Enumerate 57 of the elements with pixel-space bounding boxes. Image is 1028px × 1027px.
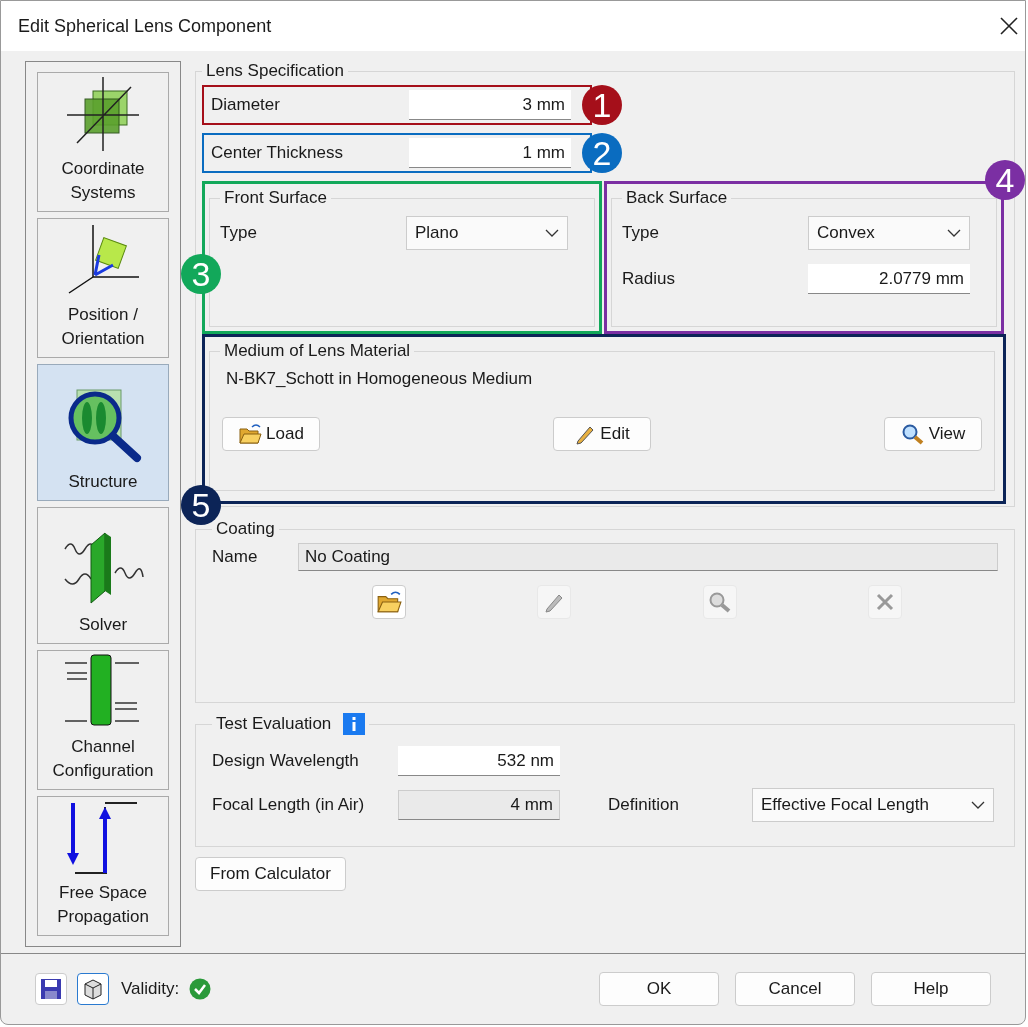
type-dropdown[interactable]: Convex [808, 216, 970, 250]
definition-dropdown[interactable]: Effective Focal Length [752, 788, 994, 822]
folder-icon [376, 590, 402, 614]
field-label: Radius [622, 269, 676, 289]
field-label: Type [220, 223, 258, 243]
dialog-button[interactable]: Help [871, 972, 991, 1007]
info-icon[interactable] [343, 713, 366, 735]
callout-number: 3 [181, 254, 221, 294]
from-calculator-button[interactable]: From Calculator [195, 857, 346, 891]
load-button[interactable]: Load [222, 417, 320, 451]
wavelength-field[interactable]: 532 nm [398, 746, 560, 776]
field-label: Definition [608, 795, 680, 815]
field-label: Design Wavelength [212, 751, 360, 771]
callout-number: 1 [582, 85, 622, 125]
sidebar-item[interactable]: Free Space Propagation [37, 796, 169, 936]
sidebar-item[interactable]: Channel Configuration [37, 650, 169, 790]
callout-number: 4 [985, 160, 1025, 200]
field-label: Diameter [211, 95, 281, 115]
view-button[interactable]: View [884, 417, 982, 451]
field-label: Name [212, 547, 259, 567]
3d-view-button[interactable] [77, 973, 109, 1006]
focal-length-field[interactable]: 4 mm [398, 790, 560, 820]
cube-icon [81, 977, 105, 1002]
group-title: Test Evaluation [216, 714, 332, 734]
coating-name-field[interactable]: No Coating [298, 543, 998, 571]
field-label: Focal Length (in Air) [212, 795, 366, 815]
dialog-button[interactable]: Cancel [735, 972, 855, 1007]
chevron-icon [545, 229, 559, 237]
group-title: Lens Specification [205, 61, 345, 81]
type-dropdown[interactable]: Plano [406, 216, 568, 250]
group-title: Back Surface [625, 188, 729, 208]
radius-field[interactable]: 2.0779 mm [808, 264, 970, 294]
sidebar-item[interactable]: Solver [37, 507, 169, 644]
cross-icon [875, 592, 895, 612]
validity-label: Validity: [121, 979, 180, 1000]
group-title: Front Surface [223, 188, 328, 208]
thickness-field[interactable]: 1 mm [409, 138, 571, 168]
folder-icon [238, 423, 263, 445]
chevron-icon [947, 229, 961, 237]
save-button[interactable] [35, 973, 67, 1006]
edit-button[interactable]: Edit [553, 417, 651, 451]
sidebar-item[interactable]: Structure [37, 364, 169, 501]
close-icon[interactable] [999, 16, 1019, 36]
callout-number: 2 [582, 133, 622, 173]
diameter-field[interactable]: 3 mm [409, 90, 571, 120]
window-title: Edit Spherical Lens Component [18, 15, 272, 37]
chevron-icon [971, 801, 985, 809]
group-title: Medium of Lens Material [223, 341, 412, 361]
magnifier-icon [900, 423, 925, 445]
sidebar-item[interactable]: Coordinate Systems [37, 72, 169, 212]
load-tool-button[interactable] [372, 585, 406, 619]
sidebar-item[interactable]: Position / Orientation [37, 218, 169, 358]
medium-name: N-BK7_Schott in Homogeneous Medium [225, 368, 534, 390]
field-label: Center Thickness [211, 143, 344, 163]
magnifier-icon [707, 591, 732, 613]
dialog-button[interactable]: OK [599, 972, 719, 1007]
field-label: Type [622, 223, 660, 243]
